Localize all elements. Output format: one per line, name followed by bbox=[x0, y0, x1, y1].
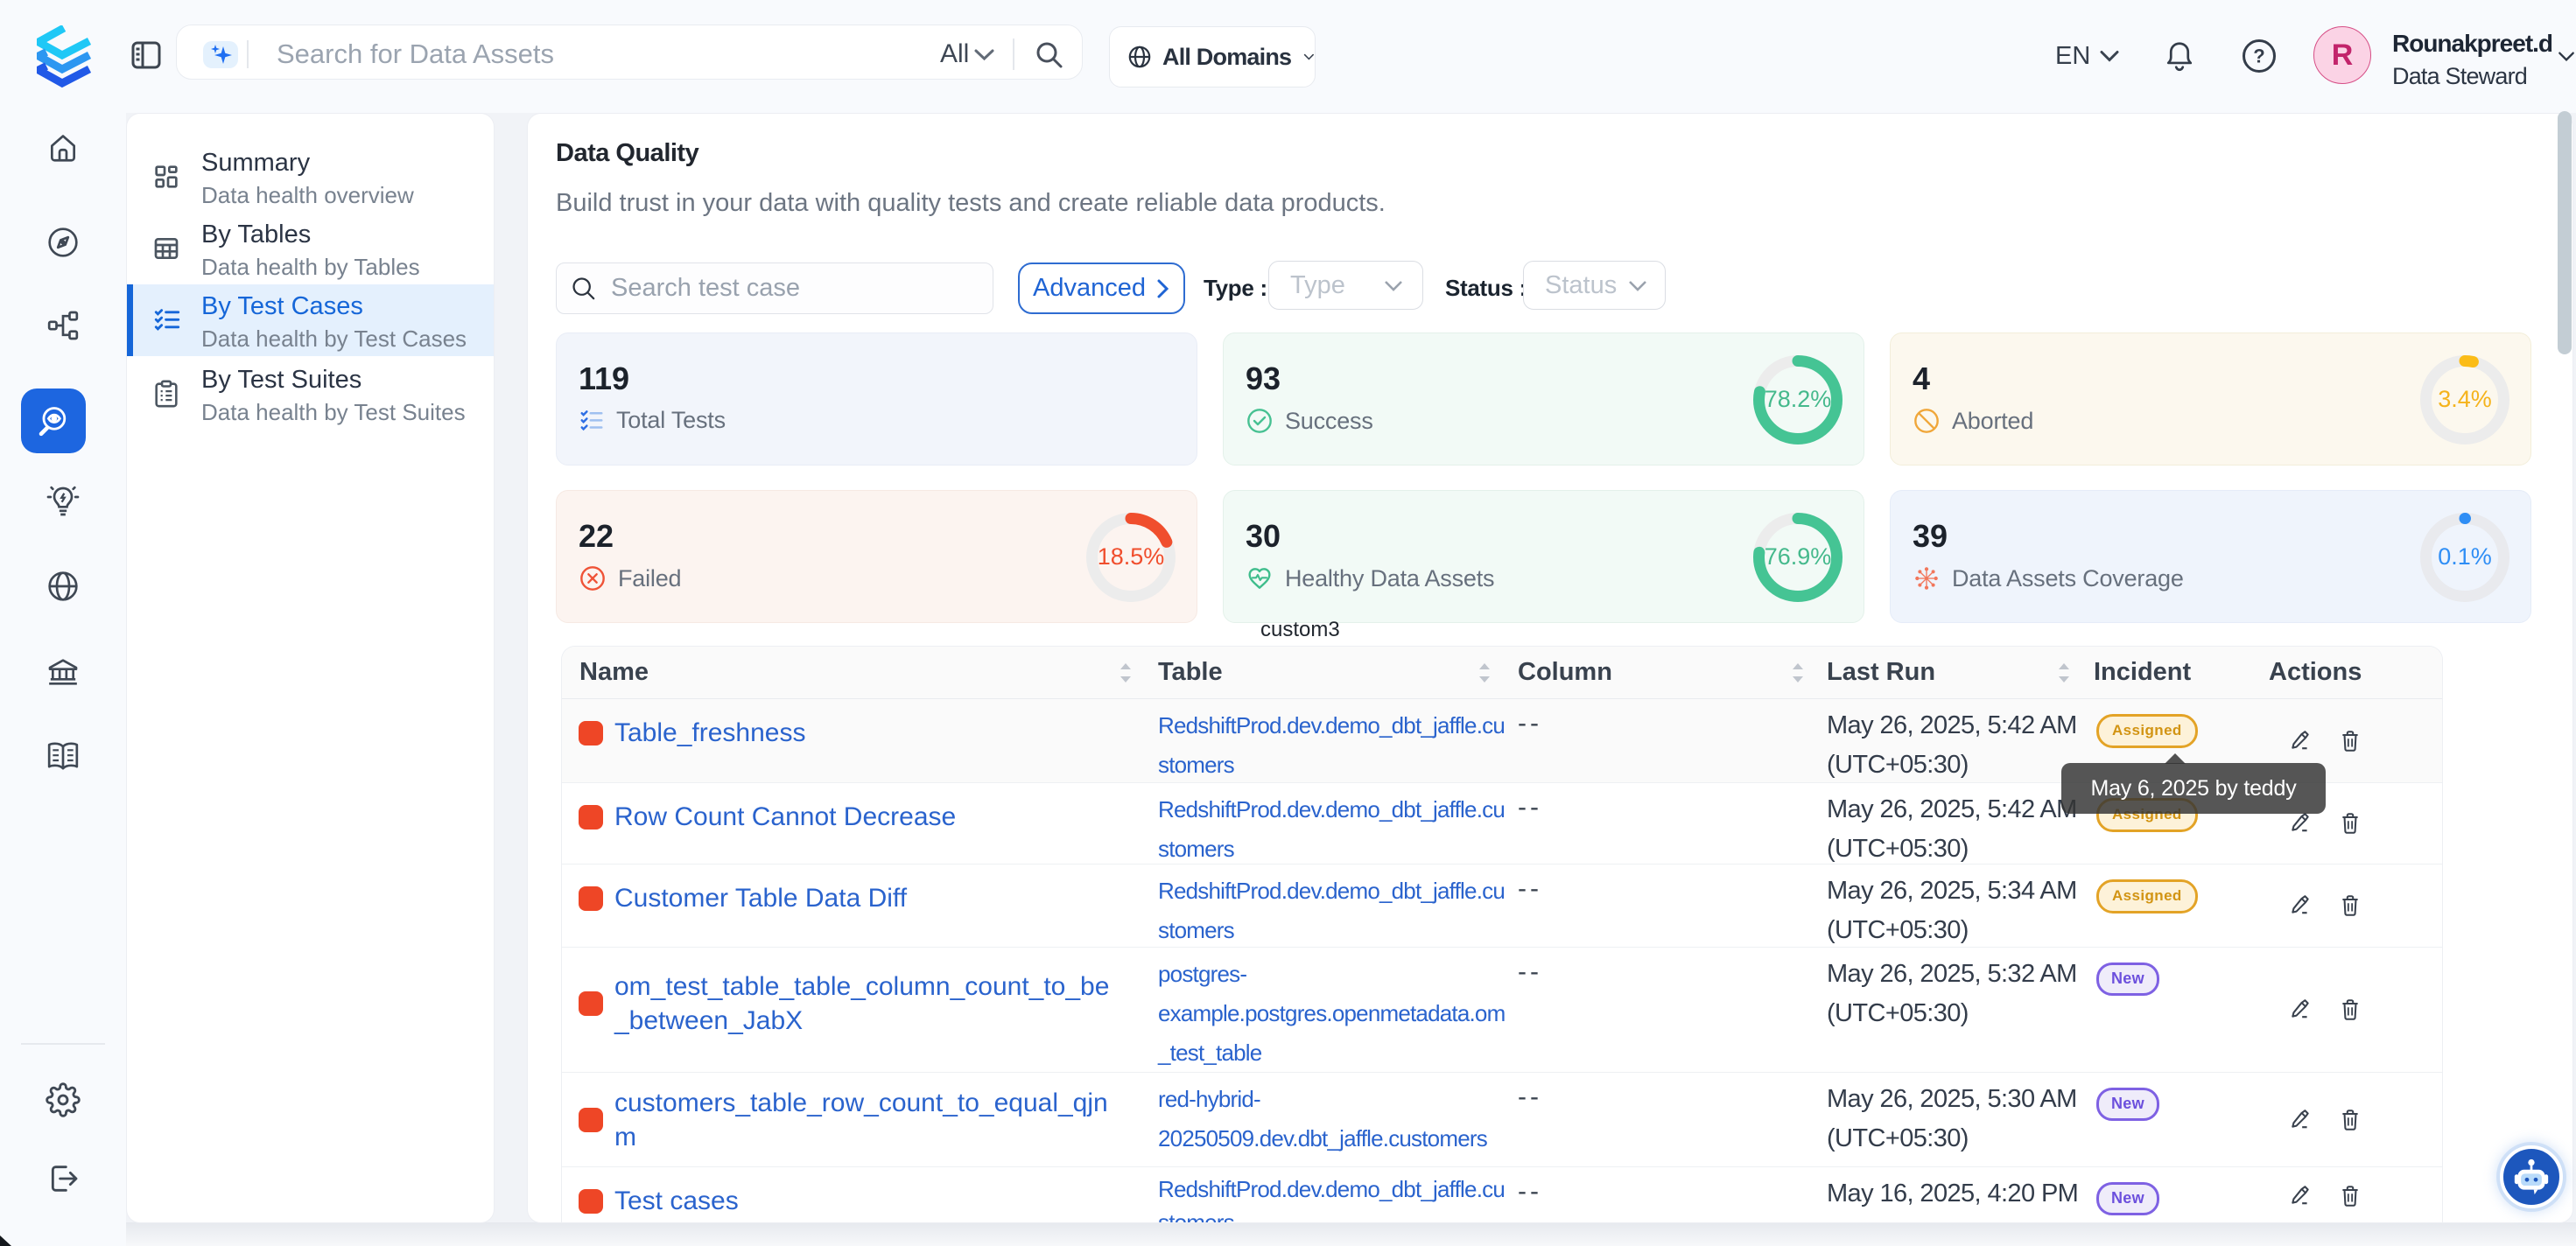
svg-text:?: ? bbox=[2253, 46, 2264, 67]
